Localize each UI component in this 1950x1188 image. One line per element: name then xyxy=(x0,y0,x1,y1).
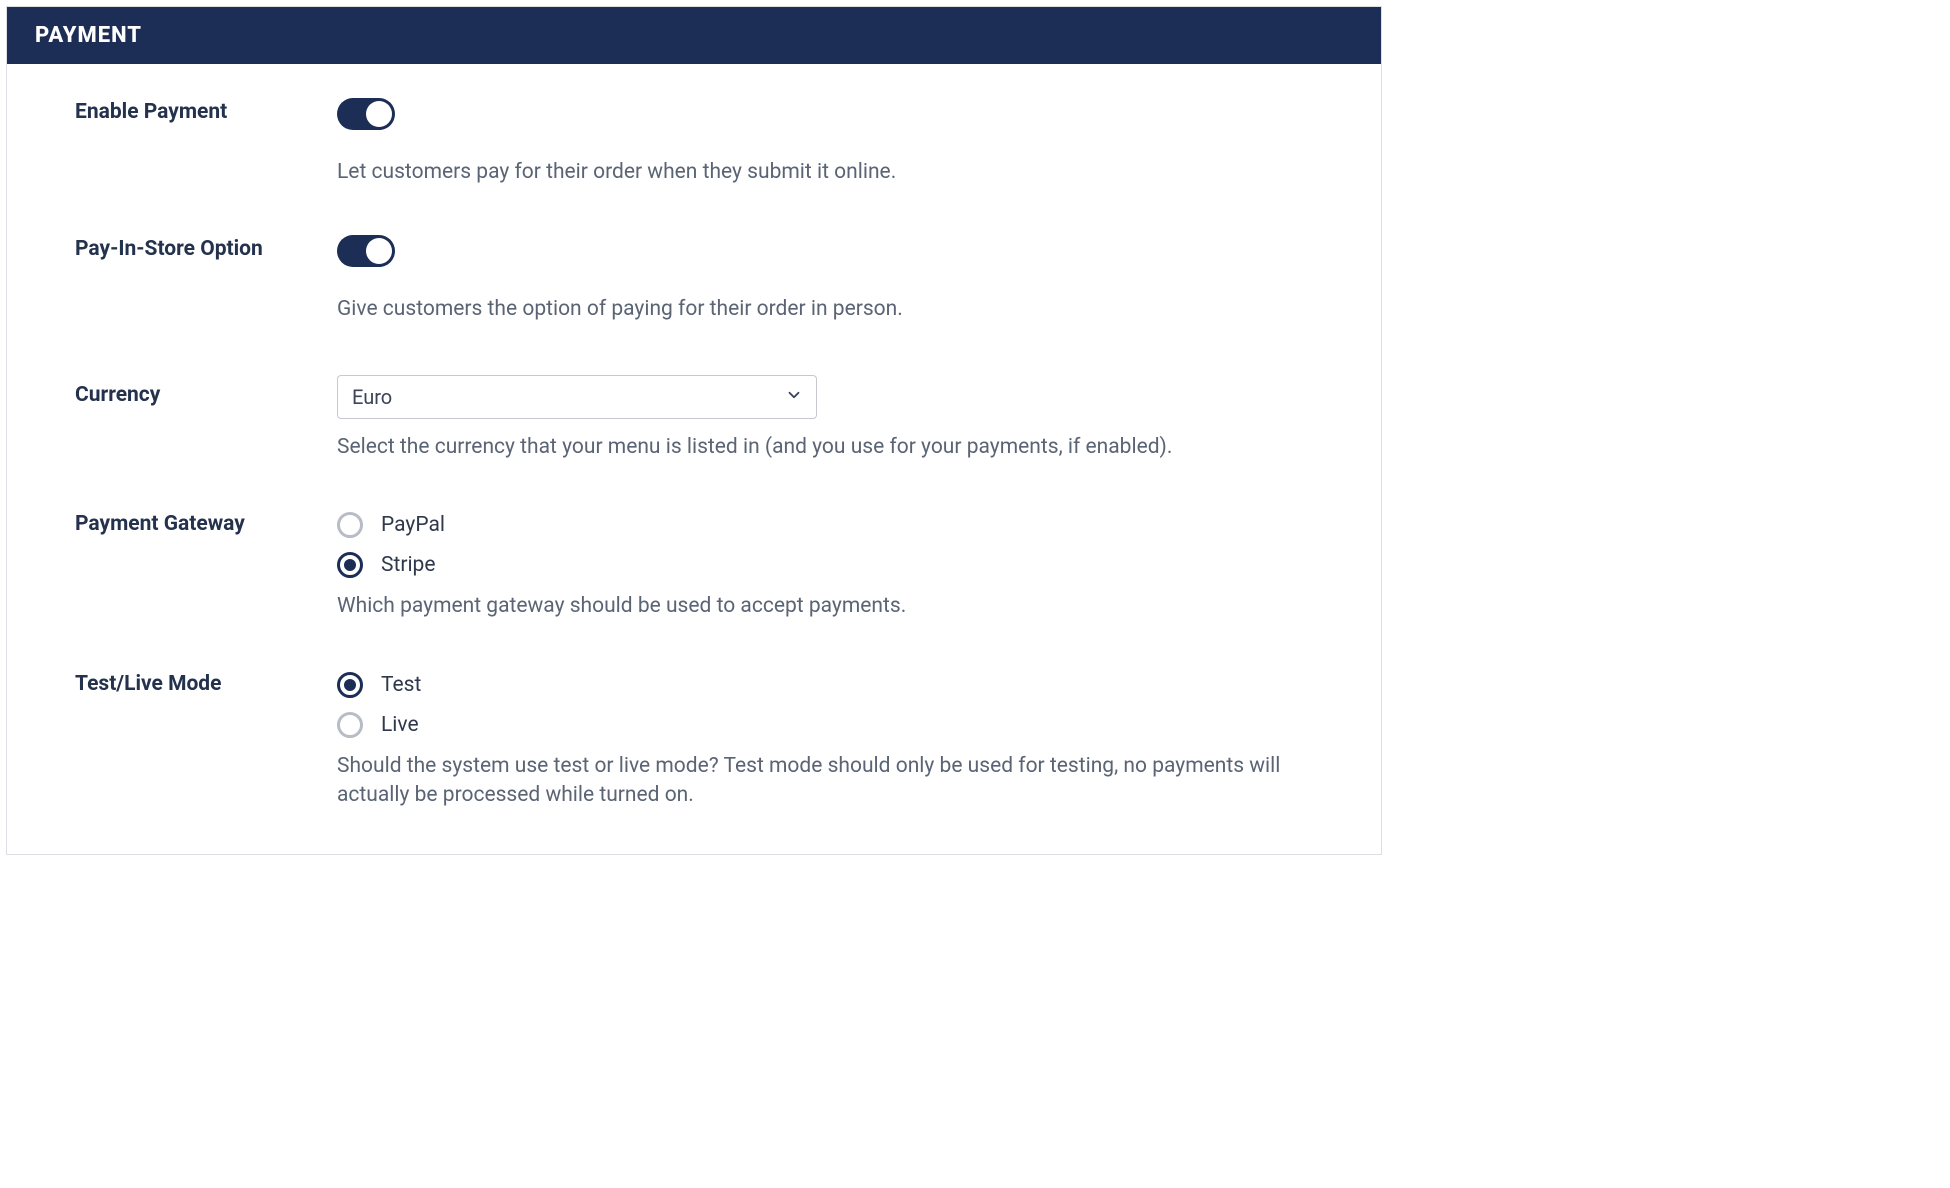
radio-icon xyxy=(337,672,363,698)
toggle-knob-icon xyxy=(366,238,392,264)
enable-payment-label: Enable Payment xyxy=(75,100,337,124)
radio-dot-icon xyxy=(344,559,356,571)
pay-in-store-toggle[interactable] xyxy=(337,235,395,267)
panel-header: PAYMENT xyxy=(7,7,1381,64)
currency-selected-value: Euro xyxy=(352,385,392,409)
currency-select-wrap: Euro xyxy=(337,375,817,419)
gateway-help: Which payment gateway should be used to … xyxy=(337,592,1313,621)
gateway-option-label: Stripe xyxy=(381,553,436,577)
gateway-control: PayPal Stripe Which payment gateway shou… xyxy=(337,512,1313,621)
currency-label: Currency xyxy=(75,375,337,407)
mode-option-live[interactable]: Live xyxy=(337,712,1313,738)
row-currency: Currency Euro Select the currency that y… xyxy=(75,375,1313,462)
row-gateway: Payment Gateway PayPal Stripe Which paym… xyxy=(75,512,1313,621)
toggle-knob-icon xyxy=(366,101,392,127)
radio-icon xyxy=(337,552,363,578)
gateway-option-stripe[interactable]: Stripe xyxy=(337,552,1313,578)
gateway-option-paypal[interactable]: PayPal xyxy=(337,512,1313,538)
row-pay-in-store: Pay-In-Store Option Give customers the o… xyxy=(75,237,1313,324)
enable-payment-control: Let customers pay for their order when t… xyxy=(337,100,1313,187)
mode-help: Should the system use test or live mode?… xyxy=(337,752,1313,811)
gateway-radio-group: PayPal Stripe xyxy=(337,512,1313,578)
currency-select[interactable]: Euro xyxy=(337,375,817,419)
pay-in-store-help: Give customers the option of paying for … xyxy=(337,295,1313,324)
panel-body: Enable Payment Let customers pay for the… xyxy=(7,64,1381,854)
row-enable-payment: Enable Payment Let customers pay for the… xyxy=(75,100,1313,187)
gateway-label: Payment Gateway xyxy=(75,512,337,536)
pay-in-store-label: Pay-In-Store Option xyxy=(75,237,337,261)
radio-dot-icon xyxy=(344,679,356,691)
panel-title: PAYMENT xyxy=(35,23,142,48)
mode-option-label: Live xyxy=(381,713,419,737)
enable-payment-toggle[interactable] xyxy=(337,98,395,130)
mode-label: Test/Live Mode xyxy=(75,672,337,696)
mode-radio-group: Test Live xyxy=(337,672,1313,738)
currency-control: Euro Select the currency that your menu … xyxy=(337,375,1313,462)
row-mode: Test/Live Mode Test Live Should the syst… xyxy=(75,672,1313,811)
mode-option-test[interactable]: Test xyxy=(337,672,1313,698)
enable-payment-help: Let customers pay for their order when t… xyxy=(337,158,1313,187)
mode-control: Test Live Should the system use test or … xyxy=(337,672,1313,811)
radio-icon xyxy=(337,712,363,738)
radio-icon xyxy=(337,512,363,538)
payment-panel: PAYMENT Enable Payment Let customers pay… xyxy=(6,6,1382,855)
currency-help: Select the currency that your menu is li… xyxy=(337,433,1313,462)
pay-in-store-control: Give customers the option of paying for … xyxy=(337,237,1313,324)
gateway-option-label: PayPal xyxy=(381,513,445,537)
mode-option-label: Test xyxy=(381,673,421,697)
